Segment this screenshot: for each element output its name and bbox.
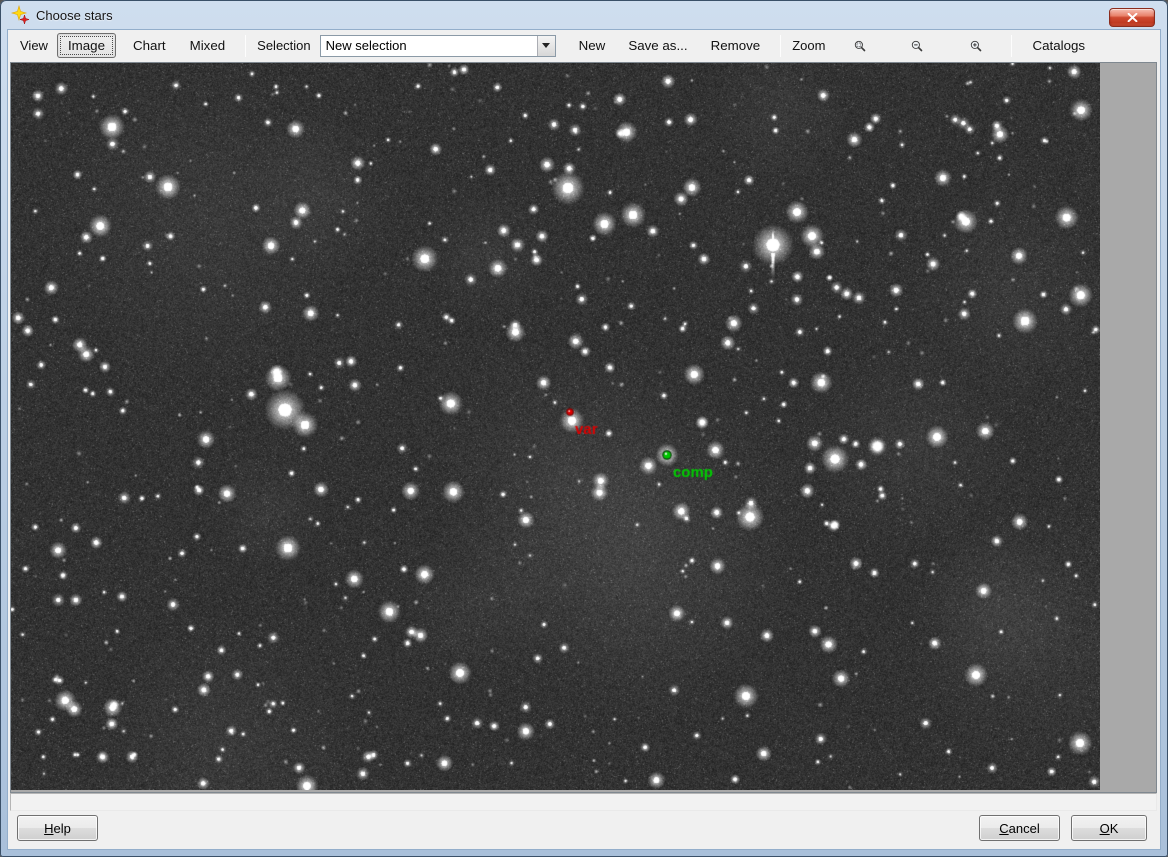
help-button[interactable]: Help <box>17 815 98 841</box>
toolbar-separator <box>245 35 246 57</box>
star-field-viewport <box>10 62 1157 793</box>
toolbar: View Image Chart Mixed Selection New sel… <box>8 30 1160 61</box>
view-mixed-toggle[interactable]: Mixed <box>179 33 237 58</box>
zoom-out-button[interactable] <box>904 33 930 59</box>
status-bar <box>10 793 1157 811</box>
zoom-group-label: Zoom <box>790 38 827 53</box>
starfield-canvas[interactable] <box>11 63 1100 790</box>
remove-button[interactable]: Remove <box>700 33 772 58</box>
view-group-label: View <box>18 38 50 53</box>
window-title: Choose stars <box>36 8 113 23</box>
ok-label: O <box>1100 821 1110 836</box>
viewport-empty-area <box>1100 63 1156 792</box>
zoom-fit-icon <box>854 38 866 54</box>
combobox-dropdown-button[interactable] <box>537 36 555 56</box>
selection-combobox[interactable]: New selection <box>320 35 556 57</box>
selection-group-label: Selection <box>255 38 312 53</box>
view-image-toggle[interactable]: Image <box>57 33 116 58</box>
new-selection-button[interactable]: New <box>568 33 617 58</box>
zoom-in-button[interactable] <box>963 33 989 59</box>
close-button[interactable] <box>1109 8 1155 27</box>
window-titlebar: Choose stars <box>0 0 1168 30</box>
save-as-button[interactable]: Save as... <box>617 33 698 58</box>
zoom-out-icon <box>911 38 923 54</box>
chevron-down-icon <box>542 43 550 48</box>
help-label: H <box>44 821 53 836</box>
toolbar-separator <box>780 35 781 57</box>
choose-stars-dialog: Choose stars View Image Chart Mixed Sele… <box>0 0 1168 857</box>
ok-button[interactable]: OK <box>1071 815 1147 841</box>
selection-combobox-value: New selection <box>321 38 537 53</box>
cancel-label: C <box>999 821 1008 836</box>
choose-stars-icon <box>10 5 30 25</box>
zoom-in-icon <box>970 38 982 54</box>
toolbar-separator <box>1011 35 1012 57</box>
close-icon <box>1127 13 1138 22</box>
catalogs-button[interactable]: Catalogs <box>1021 33 1096 58</box>
zoom-fit-button[interactable] <box>847 33 873 59</box>
cancel-button[interactable]: Cancel <box>979 815 1060 841</box>
view-chart-toggle[interactable]: Chart <box>122 33 177 58</box>
dialog-content: View Image Chart Mixed Selection New sel… <box>8 30 1160 849</box>
